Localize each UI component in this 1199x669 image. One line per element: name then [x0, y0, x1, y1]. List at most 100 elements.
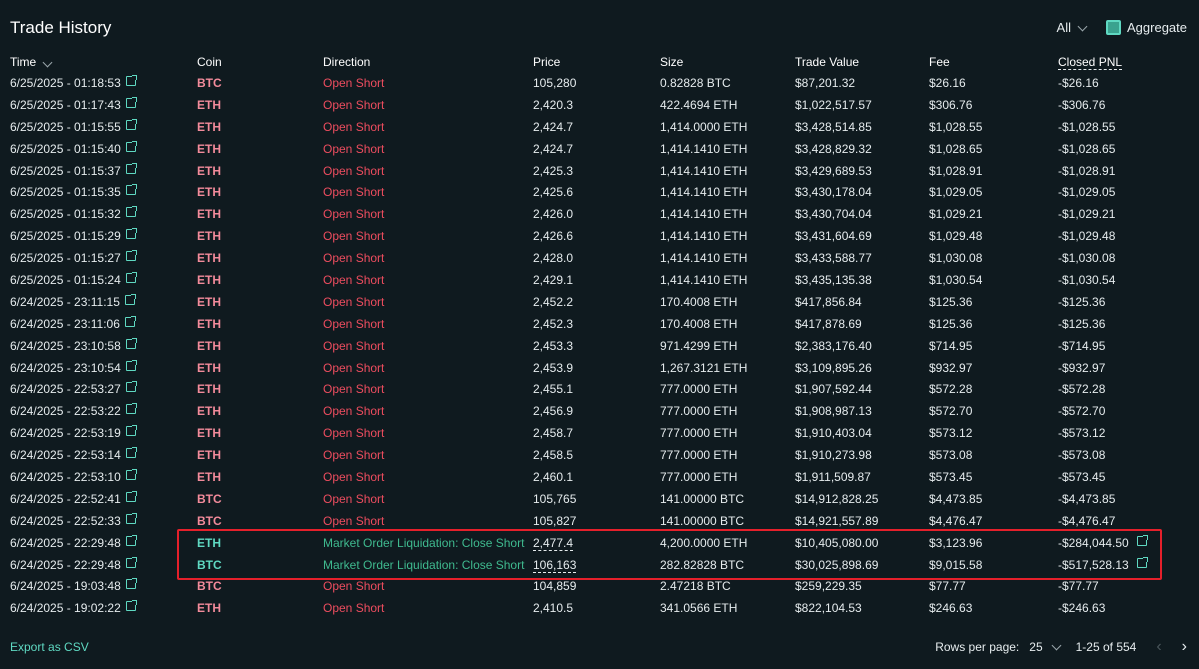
cell-price: 2,426.6	[533, 229, 574, 244]
cell-time[interactable]: 6/24/2025 - 23:10:58	[10, 335, 197, 357]
cell-price: 2,455.1	[533, 382, 574, 397]
cell-coin: ETH	[197, 294, 221, 309]
cell-coin: ETH	[197, 601, 221, 616]
external-link-icon[interactable]	[125, 359, 137, 371]
cell-time[interactable]: 6/24/2025 - 22:53:19	[10, 422, 197, 444]
cell-time[interactable]: 6/24/2025 - 22:53:10	[10, 466, 197, 488]
external-link-icon[interactable]	[1136, 556, 1148, 568]
external-link-icon[interactable]	[125, 425, 137, 437]
cell-coin: ETH	[197, 251, 221, 266]
external-link-icon[interactable]	[125, 556, 137, 568]
cell-closed-pnl: -$1,030.54	[1058, 272, 1116, 287]
cell-price: 2,429.1	[533, 272, 574, 287]
cell-time[interactable]: 6/25/2025 - 01:17:43	[10, 94, 197, 116]
cell-price: 2,425.3	[533, 163, 574, 178]
export-csv-link[interactable]: Export as CSV	[10, 640, 89, 654]
filter-all-dropdown[interactable]: All	[1057, 20, 1088, 35]
external-link-icon[interactable]	[125, 578, 137, 590]
cell-time[interactable]: 6/24/2025 - 23:11:06	[10, 313, 197, 335]
cell-direction: Open Short	[323, 185, 385, 200]
external-link-icon[interactable]	[125, 600, 137, 612]
external-link-icon[interactable]	[125, 337, 137, 349]
external-link-icon[interactable]	[125, 118, 137, 130]
cell-size: 777.0000 ETH	[660, 404, 738, 419]
external-link-icon[interactable]	[125, 162, 137, 174]
cell-fee: $932.97	[929, 360, 973, 375]
external-link-icon[interactable]	[125, 512, 137, 524]
cell-time[interactable]: 6/24/2025 - 22:29:48	[10, 554, 197, 576]
cell-price: 2,453.9	[533, 360, 574, 375]
cell-time[interactable]: 6/25/2025 - 01:15:29	[10, 225, 197, 247]
prev-page-icon[interactable]: ‹	[1156, 639, 1161, 655]
cell-time[interactable]: 6/24/2025 - 23:10:54	[10, 357, 197, 379]
cell-fee: $4,473.85	[929, 491, 983, 506]
cell-size: 1,414.1410 ETH	[660, 207, 748, 222]
cell-trade-value: $1,022,517.57	[795, 97, 872, 112]
external-link-icon[interactable]	[125, 534, 137, 546]
cell-price: 2,452.2	[533, 294, 574, 309]
external-link-icon[interactable]	[125, 228, 137, 240]
cell-time[interactable]: 6/25/2025 - 01:15:40	[10, 138, 197, 160]
cell-size: 1,414.1410 ETH	[660, 185, 748, 200]
external-link-icon[interactable]	[125, 74, 137, 86]
aggregate-checkbox[interactable]	[1106, 20, 1121, 35]
next-page-icon[interactable]: ›	[1182, 639, 1187, 655]
external-link-icon[interactable]	[124, 293, 136, 305]
cell-time[interactable]: 6/25/2025 - 01:15:27	[10, 247, 197, 269]
table-row: 6/24/2025 - 23:10:54 ETH Open Short 2,453.9…	[10, 357, 1180, 379]
cell-time[interactable]: 6/24/2025 - 22:53:27	[10, 378, 197, 400]
external-link-icon[interactable]	[125, 184, 137, 196]
cell-time[interactable]: 6/24/2025 - 19:02:22	[10, 597, 197, 619]
external-link-icon[interactable]	[125, 140, 137, 152]
cell-time[interactable]: 6/25/2025 - 01:18:53	[10, 72, 197, 94]
cell-coin: ETH	[197, 185, 221, 200]
cell-trade-value: $3,109,895.26	[795, 360, 872, 375]
cell-fee: $573.12	[929, 426, 973, 441]
external-link-icon[interactable]	[1136, 534, 1148, 546]
cell-fee: $572.70	[929, 404, 973, 419]
cell-time[interactable]: 6/24/2025 - 22:52:33	[10, 510, 197, 532]
cell-trade-value: $822,104.53	[795, 601, 862, 616]
cell-fee: $26.16	[929, 75, 966, 90]
cell-time[interactable]: 6/24/2025 - 22:53:14	[10, 444, 197, 466]
external-link-icon[interactable]	[124, 315, 136, 327]
table-row: 6/25/2025 - 01:15:29 ETH Open Short 2,426.6…	[10, 225, 1180, 247]
rows-per-page-select[interactable]: 25	[1029, 640, 1062, 654]
cell-price: 104,859	[533, 579, 577, 594]
external-link-icon[interactable]	[125, 381, 137, 393]
cell-time[interactable]: 6/25/2025 - 01:15:55	[10, 116, 197, 138]
cell-fee: $306.76	[929, 97, 973, 112]
cell-time[interactable]: 6/25/2025 - 01:15:32	[10, 203, 197, 225]
external-link-icon[interactable]	[125, 447, 137, 459]
cell-fee: $572.28	[929, 382, 973, 397]
cell-coin: ETH	[197, 338, 221, 353]
cell-time[interactable]: 6/25/2025 - 01:15:35	[10, 181, 197, 203]
cell-size: 422.4694 ETH	[660, 97, 738, 112]
external-link-icon[interactable]	[125, 250, 137, 262]
external-link-icon[interactable]	[125, 403, 137, 415]
cell-direction: Open Short	[323, 404, 385, 419]
cell-time[interactable]: 6/24/2025 - 23:11:15	[10, 291, 197, 313]
cell-time[interactable]: 6/24/2025 - 22:29:48	[10, 532, 197, 554]
cell-size: 1,414.1410 ETH	[660, 272, 748, 287]
table-row: 6/24/2025 - 22:53:22 ETH Open Short 2,456.9…	[10, 400, 1180, 422]
external-link-icon[interactable]	[125, 206, 137, 218]
cell-direction: Open Short	[323, 469, 385, 484]
cell-time[interactable]: 6/25/2025 - 01:15:24	[10, 269, 197, 291]
cell-price: 2,458.5	[533, 448, 574, 463]
external-link-icon[interactable]	[125, 96, 137, 108]
cell-time[interactable]: 6/25/2025 - 01:15:37	[10, 160, 197, 182]
column-header-time[interactable]: Time	[10, 52, 197, 72]
cell-direction: Open Short	[323, 207, 385, 222]
external-link-icon[interactable]	[125, 271, 137, 283]
chevron-down-icon	[42, 57, 53, 68]
cell-fee: $9,015.58	[929, 557, 983, 572]
cell-time[interactable]: 6/24/2025 - 22:53:22	[10, 400, 197, 422]
cell-time[interactable]: 6/24/2025 - 22:52:41	[10, 488, 197, 510]
cell-time[interactable]: 6/24/2025 - 19:03:48	[10, 575, 197, 597]
cell-coin: ETH	[197, 272, 221, 287]
cell-fee: $1,028.65	[929, 141, 983, 156]
external-link-icon[interactable]	[125, 490, 137, 502]
external-link-icon[interactable]	[125, 468, 137, 480]
cell-closed-pnl: -$714.95	[1058, 338, 1106, 353]
